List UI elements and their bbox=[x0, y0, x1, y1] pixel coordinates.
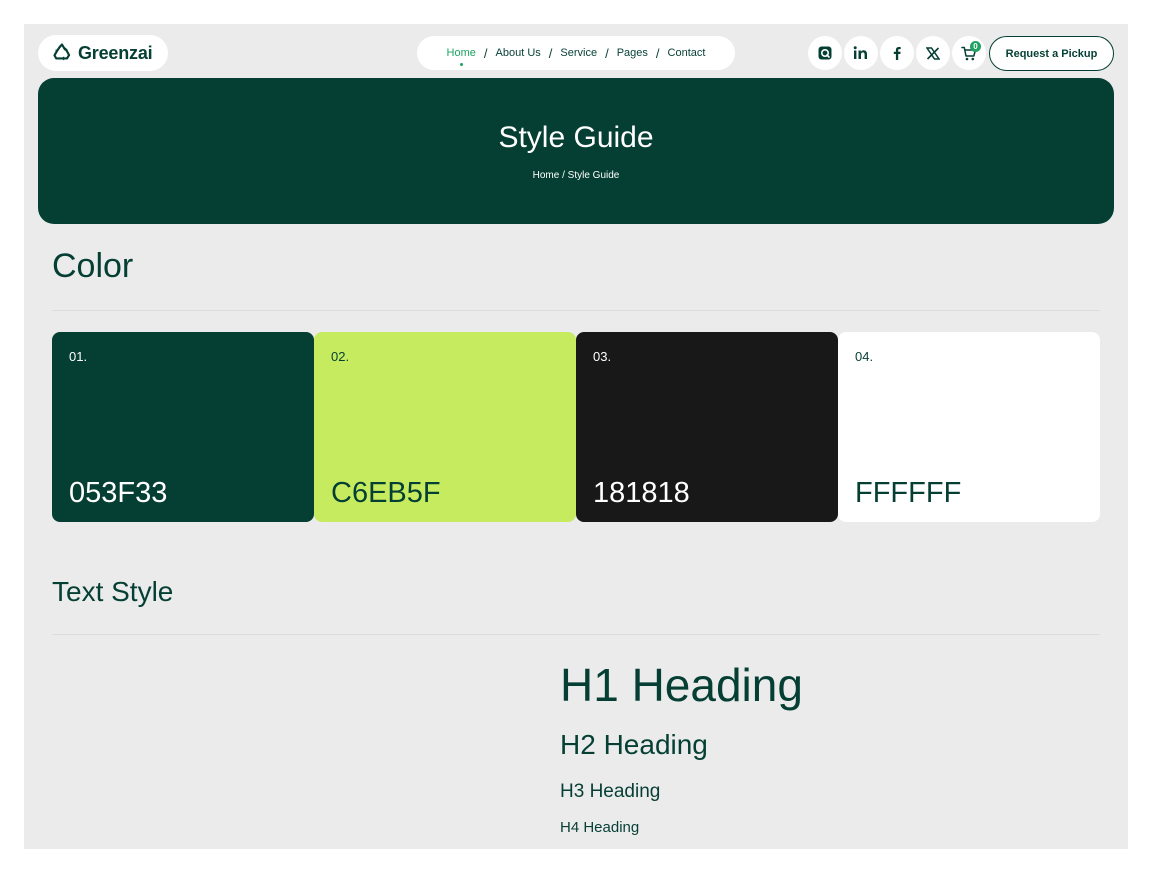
main-nav: Home / About Us / Service / Pages / Cont… bbox=[417, 36, 735, 70]
swatch-hex: 181818 bbox=[593, 477, 690, 509]
x-button[interactable] bbox=[916, 36, 950, 70]
divider bbox=[52, 310, 1100, 311]
breadcrumb-separator: / bbox=[562, 170, 565, 181]
swatch-white: 04. FFFFFF bbox=[838, 332, 1100, 522]
nav-separator: / bbox=[483, 45, 488, 61]
request-pickup-button[interactable]: Request a Pickup bbox=[989, 36, 1114, 71]
h1-sample: H1 Heading bbox=[560, 659, 803, 711]
cart-button[interactable]: 0 bbox=[952, 36, 986, 70]
swatch-accent: 02. C6EB5F bbox=[314, 332, 576, 522]
social-links: 0 bbox=[808, 36, 986, 70]
cart-count-badge: 0 bbox=[970, 41, 981, 52]
brand-name: Greenzai bbox=[78, 42, 153, 63]
linkedin-icon bbox=[853, 46, 867, 59]
color-swatches: 01. 053F33 02. C6EB5F 03. 181818 04. FFF… bbox=[52, 332, 1100, 522]
swatch-hex: C6EB5F bbox=[331, 477, 441, 509]
breadcrumb: Home / Style Guide bbox=[38, 170, 1114, 181]
page-title: Style Guide bbox=[498, 121, 654, 154]
linkedin-button[interactable] bbox=[844, 36, 878, 70]
nav-separator: / bbox=[605, 45, 609, 61]
facebook-icon bbox=[893, 47, 901, 60]
text-style-section-title: Text Style bbox=[52, 576, 174, 607]
swatch-number: 02. bbox=[331, 349, 350, 364]
swatch-hex: 053F33 bbox=[69, 477, 168, 509]
hero-banner: Style Guide Home / Style Guide bbox=[38, 78, 1114, 224]
nav-home[interactable]: Home bbox=[447, 47, 476, 66]
nav-service[interactable]: Service bbox=[560, 47, 597, 59]
swatch-hex: FFFFFF bbox=[855, 477, 962, 509]
breadcrumb-current: Style Guide bbox=[567, 170, 620, 181]
recycle-icon bbox=[53, 43, 71, 61]
instagram-button[interactable] bbox=[808, 36, 842, 70]
h3-sample: H3 Heading bbox=[560, 781, 661, 802]
h4-sample: H4 Heading bbox=[560, 819, 640, 836]
page: Greenzai Home / About Us / Service / Pag… bbox=[24, 24, 1128, 849]
nav-contact[interactable]: Contact bbox=[668, 47, 706, 59]
swatch-number: 01. bbox=[69, 349, 88, 364]
facebook-button[interactable] bbox=[880, 36, 914, 70]
swatch-primary: 01. 053F33 bbox=[52, 332, 314, 522]
color-section-title: Color bbox=[52, 247, 134, 285]
instagram-icon bbox=[818, 46, 832, 60]
breadcrumb-home[interactable]: Home bbox=[533, 170, 560, 181]
h2-sample: H2 Heading bbox=[560, 729, 708, 760]
swatch-number: 03. bbox=[593, 349, 612, 364]
nav-pages[interactable]: Pages bbox=[617, 47, 648, 59]
nav-separator: / bbox=[655, 45, 660, 61]
swatch-dark: 03. 181818 bbox=[576, 332, 838, 522]
swatch-number: 04. bbox=[855, 349, 874, 364]
nav-separator: / bbox=[548, 45, 553, 61]
x-icon bbox=[926, 46, 940, 60]
logo[interactable]: Greenzai bbox=[38, 35, 169, 71]
divider bbox=[52, 634, 1100, 635]
nav-about-us[interactable]: About Us bbox=[496, 47, 541, 59]
